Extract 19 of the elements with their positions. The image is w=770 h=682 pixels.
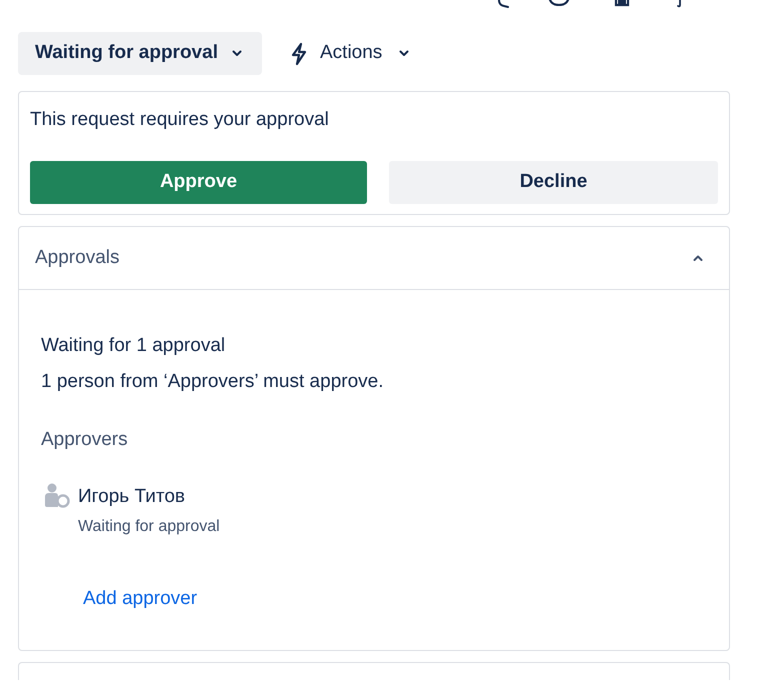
- caret-icon: [399, 50, 410, 57]
- caret-icon: [232, 50, 242, 57]
- collapse-chevron-icon[interactable]: [693, 254, 703, 262]
- summary-title: Waiting for 1 approval: [41, 334, 226, 358]
- approver-status: Waiting for approval: [78, 517, 220, 537]
- hook-icon[interactable]: [674, 0, 684, 8]
- actions-dropdown-button[interactable]: Actions: [290, 32, 410, 75]
- decline-button[interactable]: Decline: [389, 161, 718, 204]
- search-icon[interactable]: [496, 0, 510, 8]
- status-dropdown-button[interactable]: Waiting for approval: [18, 32, 262, 75]
- add-approver-link[interactable]: Add approver: [83, 587, 198, 611]
- summary-text: 1 person from ‘Approvers’ must approve.: [41, 370, 385, 394]
- panel-title: Approvals: [35, 246, 120, 270]
- lightning-icon: [290, 42, 308, 66]
- approve-button[interactable]: Approve: [30, 161, 367, 204]
- user-avatar-icon: [44, 483, 70, 508]
- approver-name: Игорь Титов: [78, 485, 186, 509]
- approvers-heading: Approvers: [41, 428, 129, 452]
- request-message: This request requires your approval: [30, 108, 330, 132]
